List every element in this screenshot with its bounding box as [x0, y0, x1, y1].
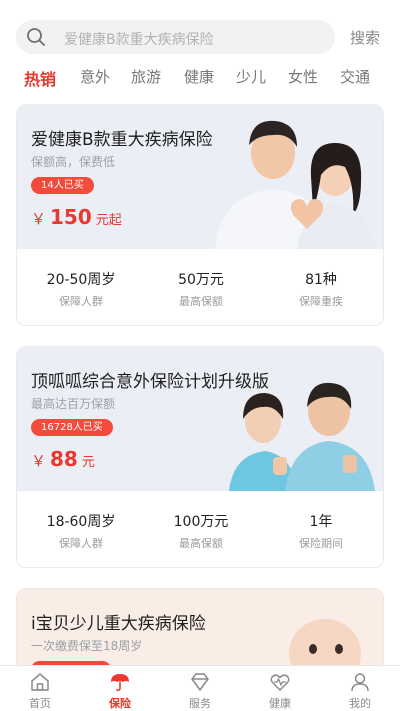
stat-label: 最高保额: [179, 295, 223, 308]
tab-accident[interactable]: 意外: [80, 66, 110, 87]
home-icon: [31, 673, 49, 691]
stat-label: 保障重疾: [299, 295, 343, 308]
stat-label: 最高保额: [179, 537, 223, 550]
nav-health[interactable]: 健康: [250, 671, 310, 711]
product-stats: 18-60周岁 保障人群 100万元 最高保额 1年 保险期间: [17, 491, 383, 567]
nav-label: 健康: [269, 697, 291, 710]
search-bar: 爱健康B款重大疾病保险 搜索: [0, 0, 400, 68]
stat-label: 保障人群: [59, 537, 103, 550]
search-input[interactable]: 爱健康B款重大疾病保险: [16, 20, 335, 54]
search-button[interactable]: 搜索: [350, 27, 380, 48]
product-subtitle: 最高达百万保额: [31, 397, 116, 411]
nav-label: 保险: [109, 697, 131, 710]
user-icon: [351, 673, 369, 692]
product-card[interactable]: 顶呱呱综合意外保险计划升级版 最高达百万保额 16728人已买 ￥ 88 元 18-…: [16, 346, 384, 568]
stat-item: 20-50周岁 保障人群: [21, 269, 141, 309]
stat-value: 1年: [309, 514, 333, 530]
stat-value: 18-60周岁: [46, 514, 116, 530]
stat-label: 保险期间: [299, 537, 343, 550]
product-card-banner: 顶呱呱综合意外保险计划升级版 最高达百万保额 16728人已买 ￥ 88 元: [17, 347, 383, 491]
stat-value: 100万元: [173, 514, 229, 530]
product-subtitle: 保额高，保费低: [31, 155, 116, 169]
stat-label: 保障人群: [59, 295, 103, 308]
nav-label: 我的: [349, 697, 371, 710]
stat-value: 81种: [305, 272, 337, 288]
couple-photo: [215, 120, 375, 249]
search-icon: [27, 28, 45, 46]
stat-item: 1年 保险期间: [261, 511, 381, 551]
stat-item: 50万元 最高保额: [141, 269, 261, 309]
product-title: 爱健康B款重大疾病保险: [31, 130, 213, 150]
price-value: 150: [50, 205, 92, 229]
price-currency: ￥: [31, 210, 47, 228]
price-currency: ￥: [31, 452, 47, 470]
price-unit: 元起: [95, 213, 122, 228]
product-price: ￥ 88 元: [31, 447, 95, 471]
tab-women[interactable]: 女性: [288, 66, 318, 87]
tab-traffic[interactable]: 交通: [340, 66, 370, 87]
stat-item: 81种 保障重疾: [261, 269, 381, 309]
product-subtitle: 一次缴费保至18周岁: [31, 639, 143, 653]
nav-home[interactable]: 首页: [10, 671, 70, 711]
buyers-badge: 14人已买: [31, 177, 94, 194]
nav-mine[interactable]: 我的: [330, 671, 390, 711]
stat-value: 50万元: [178, 272, 224, 288]
nav-label: 首页: [29, 697, 51, 710]
stat-value: 20-50周岁: [46, 272, 116, 288]
search-placeholder: 爱健康B款重大疾病保险: [64, 32, 214, 48]
product-title: 顶呱呱综合意外保险计划升级版: [31, 372, 269, 392]
diamond-icon: [191, 673, 209, 691]
bottom-nav: 首页 保险 服务 健康 我的: [0, 665, 400, 711]
tab-children[interactable]: 少儿: [236, 66, 266, 87]
product-title: i宝贝少儿重大疾病保险: [31, 614, 206, 634]
nav-label: 服务: [189, 697, 211, 710]
buyers-badge: 16728人已买: [31, 419, 113, 436]
category-tabs: 热销 意外 旅游 健康 少儿 女性 交通: [0, 66, 400, 94]
stat-item: 18-60周岁 保障人群: [21, 511, 141, 551]
heart-icon: [270, 674, 290, 691]
tab-hot[interactable]: 热销: [24, 66, 56, 90]
stat-item: 100万元 最高保额: [141, 511, 261, 551]
product-card[interactable]: 爱健康B款重大疾病保险 保额高，保费低 14人已买 ￥ 150 元起 20-50周岁…: [16, 104, 384, 326]
product-card-banner: 爱健康B款重大疾病保险 保额高，保费低 14人已买 ￥ 150 元起: [17, 105, 383, 249]
nav-insurance[interactable]: 保险: [90, 671, 150, 711]
product-price: ￥ 150 元起: [31, 205, 122, 229]
price-value: 88: [50, 447, 78, 471]
product-stats: 20-50周岁 保障人群 50万元 最高保额 81种 保障重疾: [17, 249, 383, 325]
nav-service[interactable]: 服务: [170, 671, 230, 711]
tab-health[interactable]: 健康: [184, 66, 214, 87]
tab-travel[interactable]: 旅游: [131, 66, 161, 87]
price-unit: 元: [81, 455, 95, 470]
umbrella-icon: [111, 674, 129, 692]
